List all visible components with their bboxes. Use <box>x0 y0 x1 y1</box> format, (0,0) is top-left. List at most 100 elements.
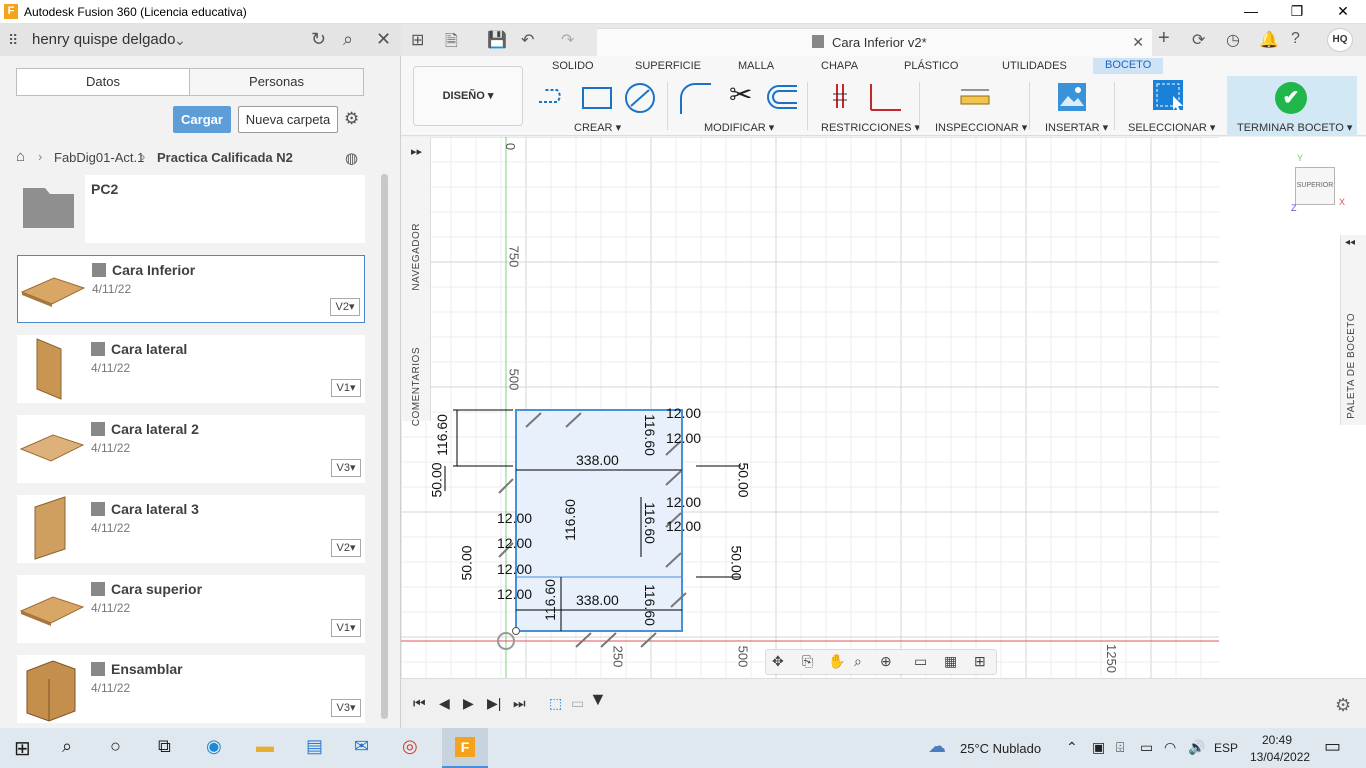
task-view-icon[interactable]: ⧉ <box>158 736 171 757</box>
dimension-label[interactable]: 50.00 <box>459 545 475 580</box>
help-icon[interactable]: ? <box>1291 30 1300 48</box>
last-step-icon[interactable]: ⏭ <box>513 695 526 712</box>
file-explorer-icon[interactable]: ▬ <box>256 736 274 757</box>
modify-menu[interactable]: MODIFICAR ▾ <box>704 121 774 134</box>
grid-settings-icon[interactable]: ▦ <box>944 653 957 670</box>
dimension-label[interactable]: 116.60 <box>542 579 558 621</box>
dimension-label[interactable]: 50.00 <box>429 462 445 497</box>
folder-item[interactable]: PC2 <box>17 175 365 243</box>
circle-tool-icon[interactable] <box>623 82 657 114</box>
tab-personas[interactable]: Personas <box>189 68 364 96</box>
rectangle-tool-icon[interactable] <box>581 82 613 112</box>
chrome-icon[interactable]: ◎ <box>402 736 418 757</box>
dimension-label[interactable]: 116.60 <box>434 414 450 456</box>
weather-icon[interactable]: ☁ <box>928 736 946 757</box>
select-tool-icon[interactable] <box>1151 78 1187 114</box>
chevron-down-icon[interactable]: ⌄ <box>174 32 186 49</box>
minimize-button[interactable]: — <box>1228 0 1274 24</box>
dimension-label[interactable]: 116.60 <box>642 414 658 456</box>
version-dropdown[interactable]: V1▾ <box>331 619 361 637</box>
redo-icon[interactable]: ↷ <box>561 30 574 50</box>
usb-icon[interactable]: ⌹ <box>1116 739 1124 756</box>
edge-icon[interactable]: ◉ <box>206 736 222 757</box>
list-item[interactable]: Cara Inferior 4/11/22 V2▾ <box>17 255 365 323</box>
windows-start-icon[interactable]: ⊞ <box>14 736 31 761</box>
team-icon[interactable]: ⠿ <box>8 32 18 49</box>
dimension-label[interactable]: 12.00 <box>497 510 532 526</box>
line-tool-icon[interactable] <box>537 82 573 112</box>
clock-time[interactable]: 20:49 <box>1262 733 1292 747</box>
sketch-palette-tab[interactable]: PALETA DE BOCETO <box>1346 313 1357 419</box>
close-tab-icon[interactable]: ✕ <box>1132 34 1144 51</box>
document-tab[interactable]: Cara Inferior v2* ✕ <box>597 28 1152 56</box>
select-menu[interactable]: SELECCIONAR ▾ <box>1128 121 1215 134</box>
upload-button[interactable]: Cargar <box>173 106 231 133</box>
tab-chapa[interactable]: CHAPA <box>821 60 858 72</box>
finish-sketch-button[interactable]: ✔ TERMINAR BOCETO ▾ <box>1227 76 1357 136</box>
fusion-taskbar-button[interactable]: F <box>442 728 488 768</box>
dimension-label[interactable]: 50.00 <box>736 462 752 497</box>
globe-icon[interactable]: ◍ <box>345 149 358 167</box>
weather-text[interactable]: 25°C Nublado <box>960 741 1041 756</box>
home-icon[interactable]: ⌂ <box>16 148 25 165</box>
sketch-canvas[interactable]: ▸▸ NAVEGADOR COMENTARIOS 338.00 338.00 1… <box>401 137 1366 678</box>
inspect-menu[interactable]: INSPECCIONAR ▾ <box>935 121 1027 134</box>
close-window-button[interactable]: ✕ <box>1320 0 1366 24</box>
dimension-label[interactable]: 338.00 <box>576 592 619 608</box>
undo-icon[interactable]: ↶ <box>521 30 534 50</box>
measure-icon[interactable] <box>959 82 991 112</box>
dimension-label[interactable]: 116.60 <box>642 584 658 626</box>
gear-icon[interactable]: ⚙ <box>344 109 359 129</box>
list-item[interactable]: Cara lateral 3 4/11/22 V2▾ <box>17 495 365 563</box>
new-folder-button[interactable]: Nueva carpeta <box>238 106 338 133</box>
dimension-label[interactable]: 12.00 <box>497 535 532 551</box>
sketch-feature-icon[interactable]: ⬚ <box>549 695 562 712</box>
notification-center-icon[interactable]: ▭ <box>1324 736 1341 757</box>
dimension-label[interactable]: 12.00 <box>666 518 701 534</box>
fit-icon[interactable]: ⊕ <box>880 653 892 670</box>
chevron-up-icon[interactable]: ⌃ <box>1066 739 1078 756</box>
offset-tool-icon[interactable] <box>763 82 799 112</box>
trim-scissors-icon[interactable]: ✂ <box>729 78 752 111</box>
coincident-constraint-icon[interactable] <box>829 82 853 114</box>
first-step-icon[interactable]: ⏮ <box>413 695 426 712</box>
perpendicular-constraint-icon[interactable] <box>867 82 903 114</box>
refresh-icon[interactable]: ↻ <box>311 29 326 50</box>
dimension-label[interactable]: 12.00 <box>666 405 701 421</box>
list-item[interactable]: Cara superior 4/11/22 V1▾ <box>17 575 365 643</box>
tab-boceto[interactable]: BOCETO <box>1093 58 1164 74</box>
volume-icon[interactable]: 🔊 <box>1188 739 1205 756</box>
network-icon[interactable]: ▣ <box>1092 739 1105 756</box>
user-name[interactable]: henry quispe delgado <box>32 31 175 48</box>
dimension-label[interactable]: 12.00 <box>497 586 532 602</box>
list-item[interactable]: Cara lateral 4/11/22 V1▾ <box>17 335 365 403</box>
orbit-icon[interactable]: ✥ <box>772 653 784 670</box>
dimension-label[interactable]: 50.00 <box>729 545 745 580</box>
dimension-label[interactable]: 116.60 <box>642 502 658 544</box>
language-indicator[interactable]: ESP <box>1214 741 1238 755</box>
battery-icon[interactable]: ▭ <box>1140 739 1153 756</box>
avatar[interactable]: HQ <box>1327 28 1353 52</box>
fillet-tool-icon[interactable] <box>677 82 713 116</box>
version-dropdown[interactable]: V3▾ <box>331 699 361 717</box>
search-icon[interactable]: ⌕ <box>343 29 353 50</box>
extensions-icon[interactable]: ⟳ <box>1192 30 1205 50</box>
workspace-switcher[interactable]: DISEÑO ▾ <box>413 66 523 126</box>
restore-button[interactable]: ❐ <box>1274 0 1320 24</box>
insert-image-icon[interactable] <box>1057 82 1087 112</box>
dimension-label[interactable]: 338.00 <box>576 452 619 468</box>
viewports-icon[interactable]: ⊞ <box>974 653 986 670</box>
file-icon[interactable]: 🗎 <box>445 30 458 57</box>
dimension-label[interactable]: 12.00 <box>497 561 532 577</box>
dimension-label[interactable]: 12.00 <box>666 430 701 446</box>
store-icon[interactable]: ▤ <box>306 736 323 757</box>
gear-icon[interactable]: ⚙ <box>1335 695 1351 716</box>
dimension-label[interactable]: 12.00 <box>666 494 701 510</box>
clock-date[interactable]: 13/04/2022 <box>1250 750 1310 764</box>
notifications-icon[interactable]: 🔔 <box>1259 30 1279 50</box>
close-panel-icon[interactable]: ✕ <box>376 29 391 50</box>
next-step-icon[interactable]: ▶| <box>487 695 501 712</box>
timeline-marker-icon[interactable]: ▼ <box>589 689 607 710</box>
mail-icon[interactable]: ✉ <box>354 736 369 757</box>
tab-plastico[interactable]: PLÁSTICO <box>904 60 958 72</box>
